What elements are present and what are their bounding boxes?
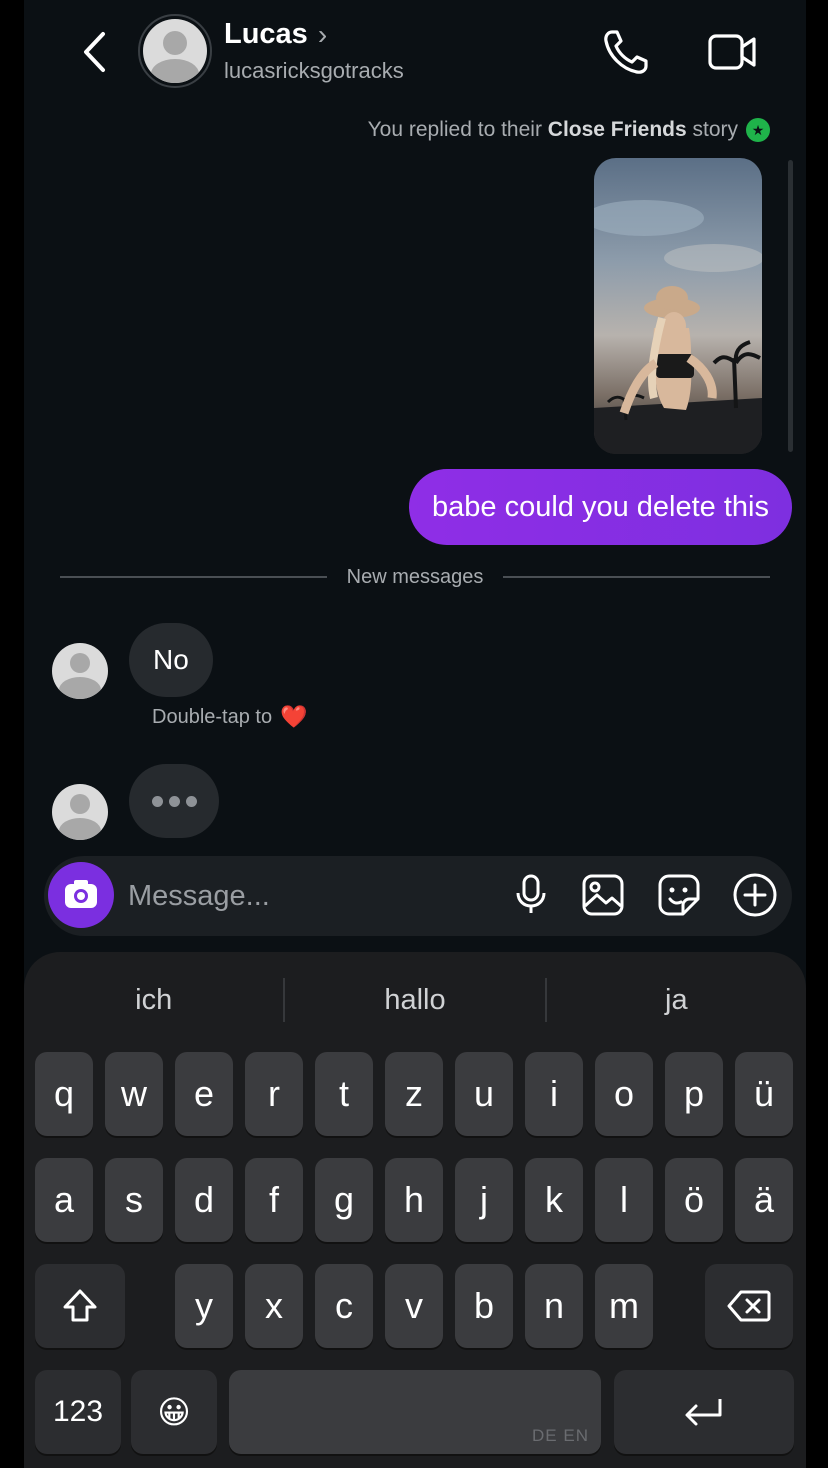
shift-icon [63, 1289, 97, 1322]
key-y[interactable]: y [175, 1264, 233, 1348]
shift-key[interactable] [35, 1264, 125, 1348]
key-n[interactable]: n [525, 1264, 583, 1348]
keyboard: ich hallo ja q w e r t z u i o p ü a s d… [24, 952, 806, 1468]
numbers-key[interactable]: 123 [35, 1370, 121, 1454]
heart-icon: ❤️ [280, 704, 308, 729]
key-a[interactable]: a [35, 1158, 93, 1242]
outgoing-message-text: babe could you delete this [432, 490, 769, 523]
key-f[interactable]: f [245, 1158, 303, 1242]
new-messages-divider: New messages [60, 562, 770, 592]
key-ue[interactable]: ü [735, 1052, 793, 1136]
key-p[interactable]: p [665, 1052, 723, 1136]
gallery-icon [582, 874, 624, 916]
key-s[interactable]: s [105, 1158, 163, 1242]
return-key[interactable] [614, 1370, 794, 1454]
star-icon: ★ [746, 118, 770, 142]
scrollbar[interactable] [788, 160, 793, 452]
sticker-icon [658, 874, 700, 916]
message-composer [44, 856, 792, 936]
contact-avatar[interactable] [138, 14, 212, 88]
typing-avatar[interactable] [52, 784, 108, 840]
space-key[interactable]: DE EN [229, 1370, 601, 1454]
gallery-button[interactable] [578, 870, 628, 920]
contact-name-text: Lucas [224, 18, 308, 50]
key-z[interactable]: z [385, 1052, 443, 1136]
key-w[interactable]: w [105, 1052, 163, 1136]
key-l[interactable]: l [595, 1158, 653, 1242]
key-b[interactable]: b [455, 1264, 513, 1348]
typing-indicator [129, 764, 219, 838]
back-chevron-icon [84, 32, 105, 72]
incoming-message[interactable]: No [129, 623, 213, 697]
key-e[interactable]: e [175, 1052, 233, 1136]
story-image [594, 200, 762, 454]
backspace-icon [727, 1290, 771, 1322]
key-k[interactable]: k [525, 1158, 583, 1242]
microphone-button[interactable] [506, 870, 556, 920]
key-j[interactable]: j [455, 1158, 513, 1242]
incoming-message-text: No [153, 644, 189, 675]
new-messages-label: New messages [346, 565, 484, 588]
back-button[interactable] [74, 30, 114, 74]
key-g[interactable]: g [315, 1158, 373, 1242]
suggestion-3[interactable]: ja [547, 984, 806, 1017]
story-thumbnail[interactable] [594, 158, 762, 454]
return-icon [685, 1399, 722, 1426]
voice-call-button[interactable] [600, 26, 652, 78]
sticker-button[interactable] [654, 870, 704, 920]
emoji-key[interactable]: 😀 [131, 1370, 217, 1454]
chevron-right-icon: › [317, 18, 328, 50]
key-t[interactable]: t [315, 1052, 373, 1136]
plus-button[interactable] [730, 870, 780, 920]
key-d[interactable]: d [175, 1158, 233, 1242]
key-q[interactable]: q [35, 1052, 93, 1136]
key-c[interactable]: c [315, 1264, 373, 1348]
key-i[interactable]: i [525, 1052, 583, 1136]
story-reply-label: You replied to their Close Friends story… [368, 118, 770, 142]
video-call-button[interactable] [704, 26, 760, 78]
microphone-icon [516, 874, 546, 913]
suggestion-1[interactable]: ich [24, 984, 283, 1017]
key-h[interactable]: h [385, 1158, 443, 1242]
story-reply-prefix: You replied to their [367, 118, 548, 141]
key-o[interactable]: o [595, 1052, 653, 1136]
video-camera-icon [708, 34, 756, 70]
key-x[interactable]: x [245, 1264, 303, 1348]
double-tap-text: Double-tap to [152, 705, 273, 728]
camera-button[interactable] [48, 862, 114, 928]
key-ae[interactable]: ä [735, 1158, 793, 1242]
story-reply-suffix: story [686, 118, 738, 141]
suggestion-2[interactable]: hallo [285, 984, 544, 1017]
emoji-icon: 😀 [157, 1394, 191, 1430]
chat-screen: Lucas › lucasricksgotracks You replied t… [24, 0, 806, 1468]
camera-icon [65, 880, 97, 908]
suggestion-bar: ich hallo ja [24, 972, 806, 1028]
key-m[interactable]: m [595, 1264, 653, 1348]
key-r[interactable]: r [245, 1052, 303, 1136]
backspace-key[interactable] [705, 1264, 793, 1348]
key-u[interactable]: u [455, 1052, 513, 1136]
right-bezel [806, 0, 828, 1468]
sender-avatar[interactable] [52, 643, 108, 699]
outgoing-message[interactable]: babe could you delete this [409, 469, 792, 545]
plus-icon [733, 873, 777, 917]
left-bezel [0, 0, 24, 1468]
contact-username: lucasricksgotracks [224, 58, 404, 83]
language-label: DE EN [532, 1426, 589, 1445]
contact-name[interactable]: Lucas › [224, 18, 327, 51]
double-tap-hint: Double-tap to ❤️ [152, 704, 307, 730]
key-oe[interactable]: ö [665, 1158, 723, 1242]
message-input[interactable] [128, 870, 468, 922]
key-v[interactable]: v [385, 1264, 443, 1348]
phone-icon [604, 30, 648, 74]
close-friends-label: Close Friends [547, 118, 687, 141]
